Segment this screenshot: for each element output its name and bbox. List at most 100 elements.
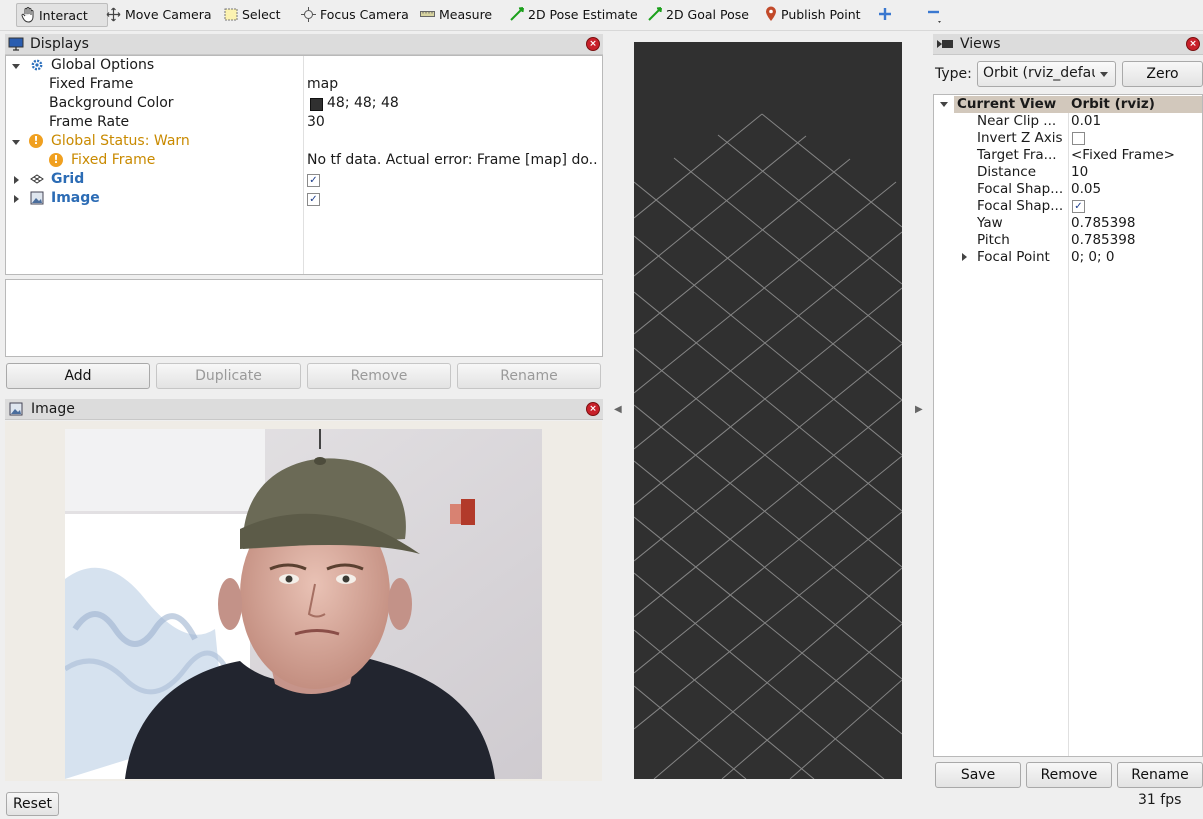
focal-point-label[interactable]: Focal Point — [977, 249, 1050, 266]
background-color-value[interactable]: 48; 48; 48 — [327, 94, 399, 113]
yaw-value[interactable]: 0.785398 — [1071, 215, 1135, 232]
image-panel-title: Image — [31, 401, 75, 417]
focus-target-icon — [301, 6, 316, 22]
pitch-label[interactable]: Pitch — [977, 232, 1010, 249]
render-3d-view[interactable] — [634, 42, 902, 779]
interact-tool[interactable]: Interact — [16, 3, 108, 27]
right-splitter-arrow-icon[interactable]: ▶ — [915, 404, 923, 415]
grid-display-label[interactable]: Grid — [51, 170, 84, 189]
grid-lines — [634, 113, 902, 779]
invert-z-label[interactable]: Invert Z Axis — [977, 130, 1063, 147]
views-close-icon[interactable]: × — [1186, 37, 1200, 51]
minus-icon — [928, 10, 941, 23]
focal-point-value[interactable]: 0; 0; 0 — [1071, 249, 1114, 266]
pose-estimate-tool[interactable]: 2D Pose Estimate — [510, 3, 638, 25]
remove-display-button[interactable]: Remove — [307, 363, 451, 389]
map-pin-icon — [766, 6, 776, 21]
image-panel-close-icon[interactable]: × — [586, 402, 600, 416]
view-type-value: Orbit (rviz_defau — [983, 65, 1095, 81]
focal-shape-size-value[interactable]: 0.05 — [1071, 181, 1101, 198]
pose-estimate-label: 2D Pose Estimate — [528, 6, 638, 22]
view-type-select[interactable]: Orbit (rviz_defau — [977, 61, 1116, 87]
add-tool-button[interactable] — [878, 3, 892, 25]
distance-value[interactable]: 10 — [1071, 164, 1088, 181]
frame-rate-label[interactable]: Frame Rate — [49, 113, 129, 132]
grid-enabled-checkbox[interactable]: ✓ — [307, 174, 320, 187]
pitch-value[interactable]: 0.785398 — [1071, 232, 1135, 249]
goal-pose-label: 2D Goal Pose — [666, 6, 749, 22]
zero-button[interactable]: Zero — [1122, 61, 1203, 87]
green-arrow-icon — [510, 7, 524, 21]
expand-arrow-icon[interactable] — [962, 253, 967, 261]
camera-icon — [937, 40, 953, 48]
displays-panel-header: Displays — [5, 34, 603, 55]
global-status-label[interactable]: Global Status: Warn — [51, 132, 190, 151]
reset-button[interactable]: Reset — [6, 792, 59, 816]
dropdown-arrow-icon — [1100, 72, 1108, 77]
near-clip-label[interactable]: Near Clip ... — [977, 113, 1056, 130]
displays-close-icon[interactable]: × — [586, 37, 600, 51]
rename-display-button[interactable]: Rename — [457, 363, 601, 389]
status-error-text[interactable]: No tf data. Actual error: Frame [map] do… — [307, 151, 599, 170]
green-arrow-icon — [648, 7, 662, 21]
views-panel-header: Views — [933, 34, 1203, 55]
expand-arrow-icon[interactable] — [12, 140, 20, 145]
remove-tool-button[interactable] — [926, 3, 942, 25]
expand-arrow-icon[interactable] — [12, 64, 20, 69]
background-color-label[interactable]: Background Color — [49, 94, 174, 113]
column-divider — [303, 56, 304, 274]
focal-shape-fixed-label[interactable]: Focal Shap... — [977, 198, 1063, 215]
near-clip-value[interactable]: 0.01 — [1071, 113, 1101, 130]
focus-camera-tool[interactable]: Focus Camera — [301, 3, 409, 25]
focal-shape-fixed-checkbox[interactable]: ✓ — [1072, 200, 1085, 213]
select-box-icon — [224, 8, 238, 20]
main-toolbar: Interact Move Camera Select Focus Camera… — [0, 0, 1203, 31]
distance-label[interactable]: Distance — [977, 164, 1036, 181]
current-view-label: Current View — [957, 96, 1057, 112]
rename-view-button[interactable]: Rename — [1117, 762, 1203, 788]
duplicate-display-button[interactable]: Duplicate — [156, 363, 301, 389]
views-column-divider — [1068, 113, 1069, 756]
publish-point-label: Publish Point — [781, 6, 861, 22]
image-display-icon — [30, 191, 44, 205]
left-splitter-arrow-icon[interactable]: ◀ — [614, 404, 622, 415]
frame-rate-value[interactable]: 30 — [307, 113, 325, 132]
target-frame-value[interactable]: <Fixed Frame> — [1071, 147, 1175, 164]
remove-view-button[interactable]: Remove — [1026, 762, 1112, 788]
current-view-value: Orbit (rviz) — [1071, 96, 1155, 112]
save-view-button[interactable]: Save — [935, 762, 1021, 788]
target-frame-label[interactable]: Target Fra... — [977, 147, 1057, 164]
invert-z-checkbox[interactable] — [1072, 132, 1085, 145]
image-view-area — [5, 421, 602, 781]
expand-arrow-icon[interactable] — [14, 195, 19, 203]
publish-point-tool[interactable]: Publish Point — [765, 3, 861, 25]
focal-shape-size-label[interactable]: Focal Shap... — [977, 181, 1063, 198]
warning-icon: ! — [49, 153, 63, 167]
hand-icon — [21, 7, 34, 23]
monitor-icon — [8, 37, 24, 51]
display-description-area — [5, 279, 603, 357]
displays-title: Displays — [30, 36, 89, 52]
status-fixed-frame-label[interactable]: Fixed Frame — [71, 151, 155, 170]
expand-arrow-icon[interactable] — [14, 176, 19, 184]
expand-arrow-icon[interactable] — [940, 102, 948, 107]
fixed-frame-value[interactable]: map — [307, 75, 338, 94]
fps-indicator: 31 fps — [1138, 792, 1182, 808]
plus-icon — [879, 8, 891, 20]
gear-icon — [31, 59, 43, 71]
ruler-icon — [420, 11, 435, 17]
color-swatch[interactable] — [310, 98, 323, 111]
global-options-label[interactable]: Global Options — [51, 56, 154, 75]
move-camera-tool[interactable]: Move Camera — [106, 3, 212, 25]
select-tool[interactable]: Select — [224, 3, 281, 25]
fixed-frame-label[interactable]: Fixed Frame — [49, 75, 133, 94]
displays-tree: Global Options Fixed Frame map Backgroun… — [5, 55, 603, 275]
select-label: Select — [242, 6, 281, 22]
view-type-label: Type: — [935, 66, 972, 82]
measure-tool[interactable]: Measure — [420, 3, 492, 25]
yaw-label[interactable]: Yaw — [977, 215, 1003, 232]
goal-pose-tool[interactable]: 2D Goal Pose — [648, 3, 749, 25]
image-enabled-checkbox[interactable]: ✓ — [307, 193, 320, 206]
add-display-button[interactable]: Add — [6, 363, 150, 389]
image-display-label[interactable]: Image — [51, 189, 100, 208]
